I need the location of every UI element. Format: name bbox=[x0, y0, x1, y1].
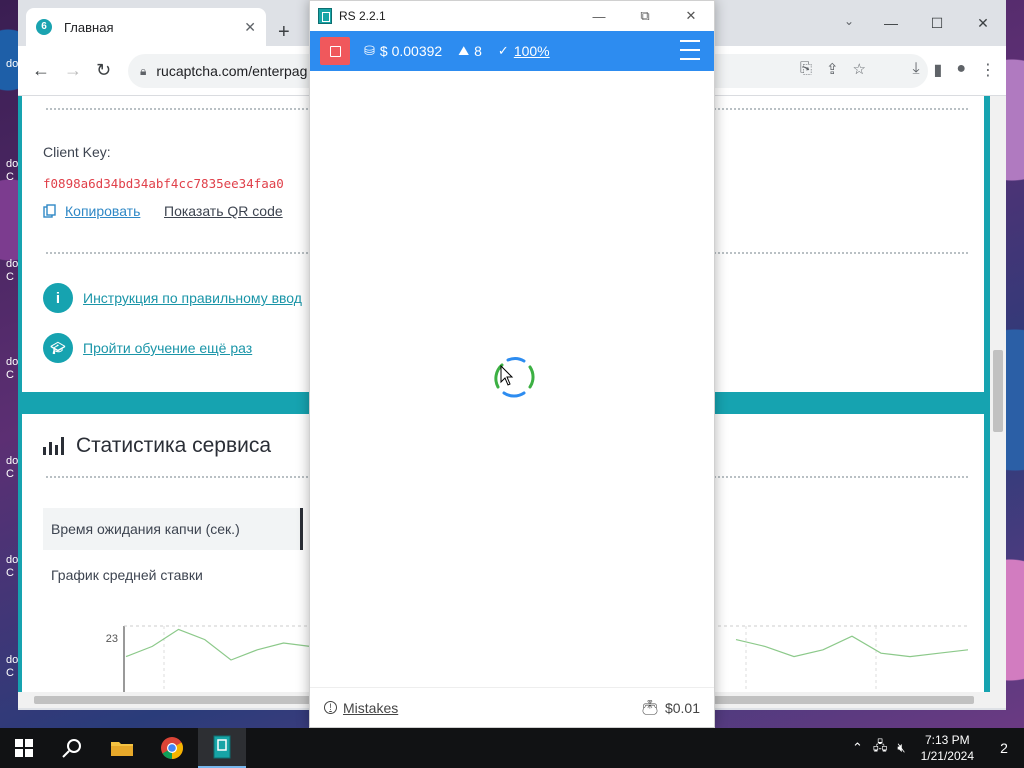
accuracy-value: 100% bbox=[513, 43, 550, 59]
profile-avatar-icon[interactable]: ● bbox=[956, 60, 966, 80]
new-tab-button[interactable]: + bbox=[278, 22, 290, 42]
chart-series-line-left bbox=[125, 628, 337, 661]
rs-footer: ! Mistakes 👛︎ $0.01 bbox=[310, 687, 714, 727]
balance-stat: ⛁ $ 0.00392 bbox=[364, 43, 442, 59]
mistakes-label: Mistakes bbox=[343, 699, 399, 716]
translate-icon[interactable]: ⎘ bbox=[800, 60, 812, 78]
training-link[interactable]: Пройти обучение ещё раз bbox=[83, 340, 252, 356]
info-icon: i bbox=[43, 283, 73, 313]
accuracy-stat[interactable]: ✓ 100% bbox=[498, 43, 550, 59]
side-panel-icon[interactable]: ▮ bbox=[934, 60, 943, 80]
image-icon: ⛰ bbox=[458, 43, 470, 58]
coins-icon: ⛁ bbox=[364, 43, 375, 58]
instructions-row: i Инструкция по правильному ввод bbox=[43, 283, 302, 313]
omnibox-actions: ⎘ ⇪ ☆ bbox=[800, 60, 866, 78]
close-button[interactable]: ✕ bbox=[960, 0, 1006, 46]
maximize-button[interactable]: ☐ bbox=[914, 0, 960, 46]
rs-app-taskbar-button[interactable] bbox=[198, 728, 246, 768]
share-icon[interactable]: ⇪ bbox=[826, 60, 839, 78]
copy-label: Копировать bbox=[65, 203, 141, 219]
wallet-value: $0.01 bbox=[664, 699, 700, 716]
windows-taskbar: ⌃ 🖧︎ 🔇︎ 7:13 PM 1/21/2024 2 bbox=[0, 728, 1024, 768]
reload-icon[interactable]: ↻ bbox=[96, 60, 111, 80]
stats-header: Статистика сервиса bbox=[43, 434, 271, 458]
stats-title: Статистика сервиса bbox=[76, 434, 272, 457]
kebab-menu-icon[interactable]: ⋮ bbox=[980, 60, 996, 80]
network-icon[interactable]: 🖧︎ bbox=[873, 737, 888, 759]
instructions-link[interactable]: Инструкция по правильному ввод bbox=[83, 290, 302, 306]
rs-window-title: RS 2.2.1 bbox=[339, 9, 386, 23]
rs-status-bar: ⛁ $ 0.00392 ⛰ 8 ✓ 100% bbox=[310, 31, 714, 71]
back-arrow-icon[interactable]: ← bbox=[32, 60, 50, 80]
clock-time: 7:13 PM bbox=[924, 733, 970, 747]
search-icon bbox=[62, 739, 81, 758]
tab-wait-time[interactable]: Время ожидания капчи (сек.) bbox=[43, 508, 303, 550]
wallet-icon: 👛︎ bbox=[641, 699, 659, 715]
rs-window-controls: — ⧉ ✕ bbox=[576, 1, 714, 31]
stop-button[interactable] bbox=[320, 37, 350, 65]
rs-titlebar: RS 2.2.1 — ⧉ ✕ bbox=[310, 1, 714, 31]
url-text: rucaptcha.com/enterpag bbox=[156, 63, 308, 79]
chrome-icon bbox=[161, 737, 183, 759]
graduation-cap-icon: 🎓︎ bbox=[43, 333, 73, 363]
windows-logo-icon bbox=[15, 739, 33, 757]
notification-count: 2 bbox=[1000, 740, 1008, 756]
stop-icon bbox=[329, 45, 341, 57]
folder-icon bbox=[111, 742, 133, 756]
notifications-button[interactable]: 2 bbox=[984, 728, 1024, 768]
show-qr-link[interactable]: Показать QR code bbox=[164, 203, 283, 219]
copy-button[interactable]: Копировать bbox=[43, 203, 140, 219]
check-circle-icon: ✓ bbox=[497, 43, 509, 58]
file-explorer-button[interactable] bbox=[98, 728, 146, 768]
info-circle-icon: ! bbox=[324, 701, 337, 714]
chart-series-line-right bbox=[735, 635, 968, 658]
solved-count-stat: ⛰ 8 bbox=[458, 43, 482, 59]
rs-app-icon bbox=[318, 8, 332, 24]
balance-value: $ 0.00392 bbox=[379, 43, 443, 59]
browser-tab[interactable]: 6 Главная ✕ bbox=[26, 8, 266, 46]
start-button[interactable] bbox=[0, 728, 48, 768]
mistakes-link[interactable]: ! Mistakes bbox=[324, 700, 398, 716]
rs-app-window: RS 2.2.1 — ⧉ ✕ ⛁ $ 0.00392 ⛰ 8 ✓ 100% ! … bbox=[309, 0, 715, 728]
window-controls: — ☐ ✕ bbox=[868, 0, 1006, 46]
close-icon[interactable]: ✕ bbox=[244, 19, 256, 36]
clock-date: 1/21/2024 bbox=[920, 749, 974, 763]
rs-app-icon bbox=[213, 735, 231, 759]
forward-arrow-icon[interactable]: → bbox=[64, 60, 82, 80]
toolbar-actions: ⤓ ▮ ● ⋮ bbox=[912, 60, 996, 80]
hamburger-menu-icon[interactable] bbox=[680, 40, 700, 60]
rs-close-button[interactable]: ✕ bbox=[668, 1, 714, 31]
system-tray: ⌃ 🖧︎ 🔇︎ 7:13 PM 1/21/2024 2 bbox=[847, 728, 1024, 768]
bar-chart-icon bbox=[43, 437, 64, 455]
rs-minimize-button[interactable]: — bbox=[576, 1, 622, 31]
rs-maximize-button[interactable]: ⧉ bbox=[622, 1, 668, 31]
client-key-value: f0898a6d34bd34abf4cc7835ee34faa0 bbox=[43, 176, 284, 191]
loading-spinner bbox=[494, 357, 535, 398]
download-icon[interactable]: ⤓ bbox=[912, 60, 919, 80]
chrome-taskbar-button[interactable] bbox=[148, 728, 196, 768]
client-key-label: Client Key: bbox=[43, 144, 111, 160]
scrollbar-thumb[interactable] bbox=[993, 350, 1003, 432]
site-favicon-icon: 6 bbox=[36, 19, 52, 35]
avg-bid-chart-label: График средней ставки bbox=[51, 567, 203, 583]
volume-muted-icon[interactable]: 🔇︎ bbox=[897, 740, 905, 756]
vertical-scrollbar[interactable] bbox=[990, 96, 1006, 692]
solved-count-value: 8 bbox=[474, 43, 482, 59]
lock-icon[interactable]: 🔒︎ bbox=[140, 64, 146, 79]
chevron-down-icon[interactable]: ⌄ bbox=[844, 14, 854, 28]
y-tick-label: 23 bbox=[106, 633, 118, 645]
training-row: 🎓︎ Пройти обучение ещё раз bbox=[43, 333, 252, 363]
wallet-balance: 👛︎ $0.01 bbox=[641, 699, 700, 716]
copy-icon bbox=[43, 204, 56, 218]
minimize-button[interactable]: — bbox=[868, 0, 914, 46]
mouse-cursor-icon bbox=[500, 365, 514, 386]
tab-title: Главная bbox=[64, 19, 114, 35]
search-button[interactable] bbox=[48, 728, 96, 768]
clock[interactable]: 7:13 PM 1/21/2024 bbox=[921, 732, 974, 764]
chevron-up-icon[interactable]: ⌃ bbox=[852, 740, 863, 756]
bookmark-star-icon[interactable]: ☆ bbox=[853, 60, 866, 78]
